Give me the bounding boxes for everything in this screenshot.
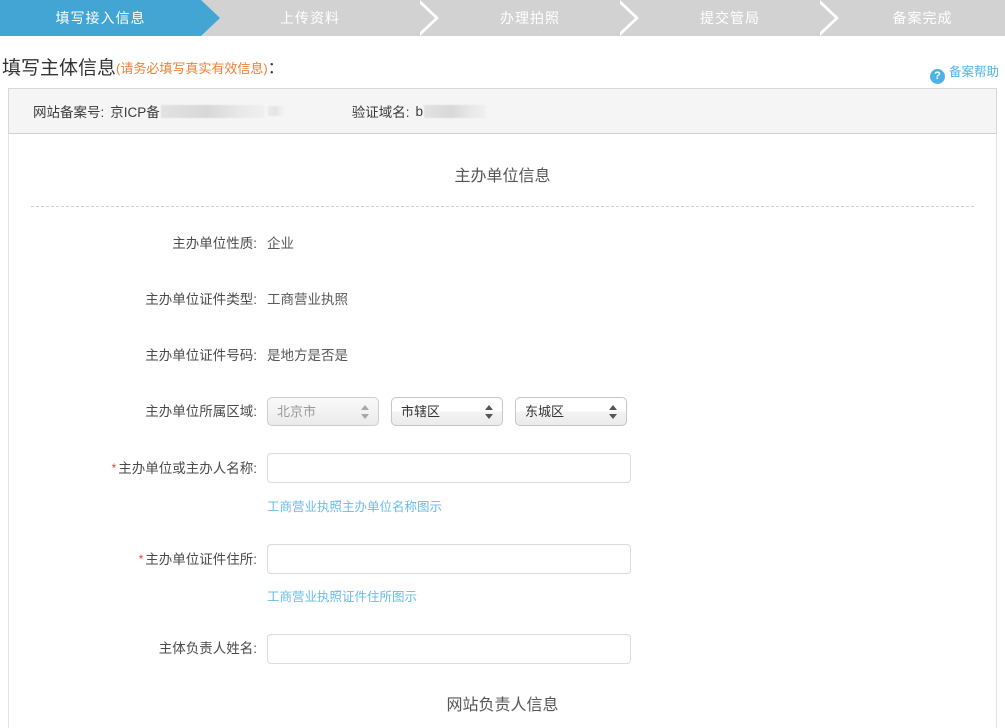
select-city[interactable]: 市辖区 — [391, 397, 503, 426]
form-row-org-name: *主办单位或主办人名称: 工商营业执照主办单位名称图示 — [9, 427, 996, 522]
form-row-region: 主办单位所属区域: 北京市 市辖区 东城区 — [9, 371, 996, 427]
section-title-sponsor: 主办单位信息 — [9, 134, 996, 206]
label-nature: 主办单位性质: — [9, 229, 257, 259]
value-cert-type: 工商营业执照 — [267, 292, 348, 307]
page-title-row: 填写主体信息(请务必填写真实有效信息)： ? 备案帮助 — [0, 50, 1005, 88]
record-number-label: 网站备案号: — [33, 101, 104, 121]
label-cert-number: 主办单位证件号码: — [9, 341, 257, 371]
value-cert-number: 是地方是否是 — [267, 348, 348, 363]
label-org-name-text: 主办单位或主办人名称: — [118, 461, 257, 476]
page-title: 填写主体信息 — [2, 50, 116, 88]
page-title-colon: ： — [268, 50, 284, 88]
step-separator-icon-4 — [820, 0, 839, 36]
step-item-4[interactable]: 提交管局 — [640, 0, 820, 36]
select-district[interactable]: 东城区 — [515, 397, 627, 426]
label-cert-type: 主办单位证件类型: — [9, 285, 257, 315]
region-select-group: 北京市 市辖区 东城区 — [267, 397, 996, 426]
verify-domain-group: 验证域名: b — [352, 101, 486, 121]
step-progress-bar: 填写接入信息 上传资料 办理拍照 提交管局 备案完成 — [0, 0, 1005, 36]
step-item-3[interactable]: 办理拍照 — [440, 0, 620, 36]
label-org-name: *主办单位或主办人名称: — [9, 453, 257, 484]
step-item-1[interactable]: 填写接入信息 — [0, 0, 201, 36]
select-province[interactable]: 北京市 — [267, 397, 379, 426]
verify-domain-label: 验证域名: — [352, 101, 410, 121]
step-label-4: 提交管局 — [700, 10, 760, 26]
verify-domain-prefix: b — [416, 104, 424, 119]
step-separator-icon-2 — [420, 0, 439, 36]
step-item-2[interactable]: 上传资料 — [220, 0, 400, 36]
select-city-value: 市辖区 — [401, 404, 440, 419]
record-number-redaction-tail — [268, 106, 284, 116]
org-name-hint-link[interactable]: 工商营业执照主办单位名称图示 — [267, 492, 996, 522]
filing-help-link[interactable]: ? 备案帮助 — [930, 61, 999, 84]
form-row-org-address: *主办单位证件住所: 工商营业执照证件住所图示 — [9, 522, 996, 613]
step-label-2: 上传资料 — [280, 10, 340, 26]
verify-domain-redaction — [424, 105, 486, 118]
record-number-redaction — [161, 105, 265, 118]
step-separator-icon-3 — [620, 0, 639, 36]
chevron-updown-icon-province — [361, 404, 370, 420]
org-address-input[interactable] — [267, 544, 631, 574]
section-title-website-owner: 网站负责人信息 — [9, 665, 996, 728]
chevron-updown-icon-city — [485, 404, 494, 420]
question-mark-icon: ? — [930, 69, 945, 84]
org-name-input[interactable] — [267, 453, 631, 483]
record-number-prefix: 京ICP备 — [110, 101, 160, 121]
step-label-5: 备案完成 — [893, 10, 953, 26]
step-label-3: 办理拍照 — [500, 10, 560, 26]
filing-help-label: 备案帮助 — [949, 65, 999, 79]
value-nature: 企业 — [267, 236, 294, 251]
chevron-updown-icon-district — [609, 404, 618, 420]
select-province-value: 北京市 — [277, 404, 316, 419]
filing-info-bar: 网站备案号: 京ICP备 验证域名: b — [8, 88, 997, 134]
step-arrow-icon-1 — [201, 0, 220, 36]
step-label-1: 填写接入信息 — [56, 10, 146, 26]
label-principal-name: 主体负责人姓名: — [9, 634, 257, 664]
step-item-5[interactable]: 备案完成 — [840, 0, 1005, 36]
label-org-address-text: 主办单位证件住所: — [145, 552, 257, 567]
form-panel: 主办单位信息 主办单位性质: 企业 主办单位证件类型: 工商营业执照 主办单位证… — [8, 134, 997, 728]
form-row-cert-type: 主办单位证件类型: 工商营业执照 — [9, 259, 996, 315]
select-district-value: 东城区 — [525, 404, 564, 419]
form-row-cert-number: 主办单位证件号码: 是地方是否是 — [9, 315, 996, 371]
principal-name-input[interactable] — [267, 634, 631, 664]
required-asterisk-org-address: * — [139, 552, 144, 566]
label-region: 主办单位所属区域: — [9, 397, 257, 427]
label-org-address: *主办单位证件住所: — [9, 544, 257, 575]
record-number-group: 网站备案号: 京ICP备 — [33, 101, 284, 121]
org-address-hint-link[interactable]: 工商营业执照证件住所图示 — [267, 582, 996, 612]
icp-filing-page: 填写接入信息 上传资料 办理拍照 提交管局 备案完成 填写主体信息(请务必填写真… — [0, 0, 1005, 728]
page-title-note: (请务必填写真实有效信息) — [116, 61, 268, 76]
form-row-nature: 主办单位性质: 企业 — [9, 207, 996, 259]
required-asterisk-org-name: * — [112, 461, 117, 475]
form-row-principal-name: 主体负责人姓名: — [9, 612, 996, 665]
